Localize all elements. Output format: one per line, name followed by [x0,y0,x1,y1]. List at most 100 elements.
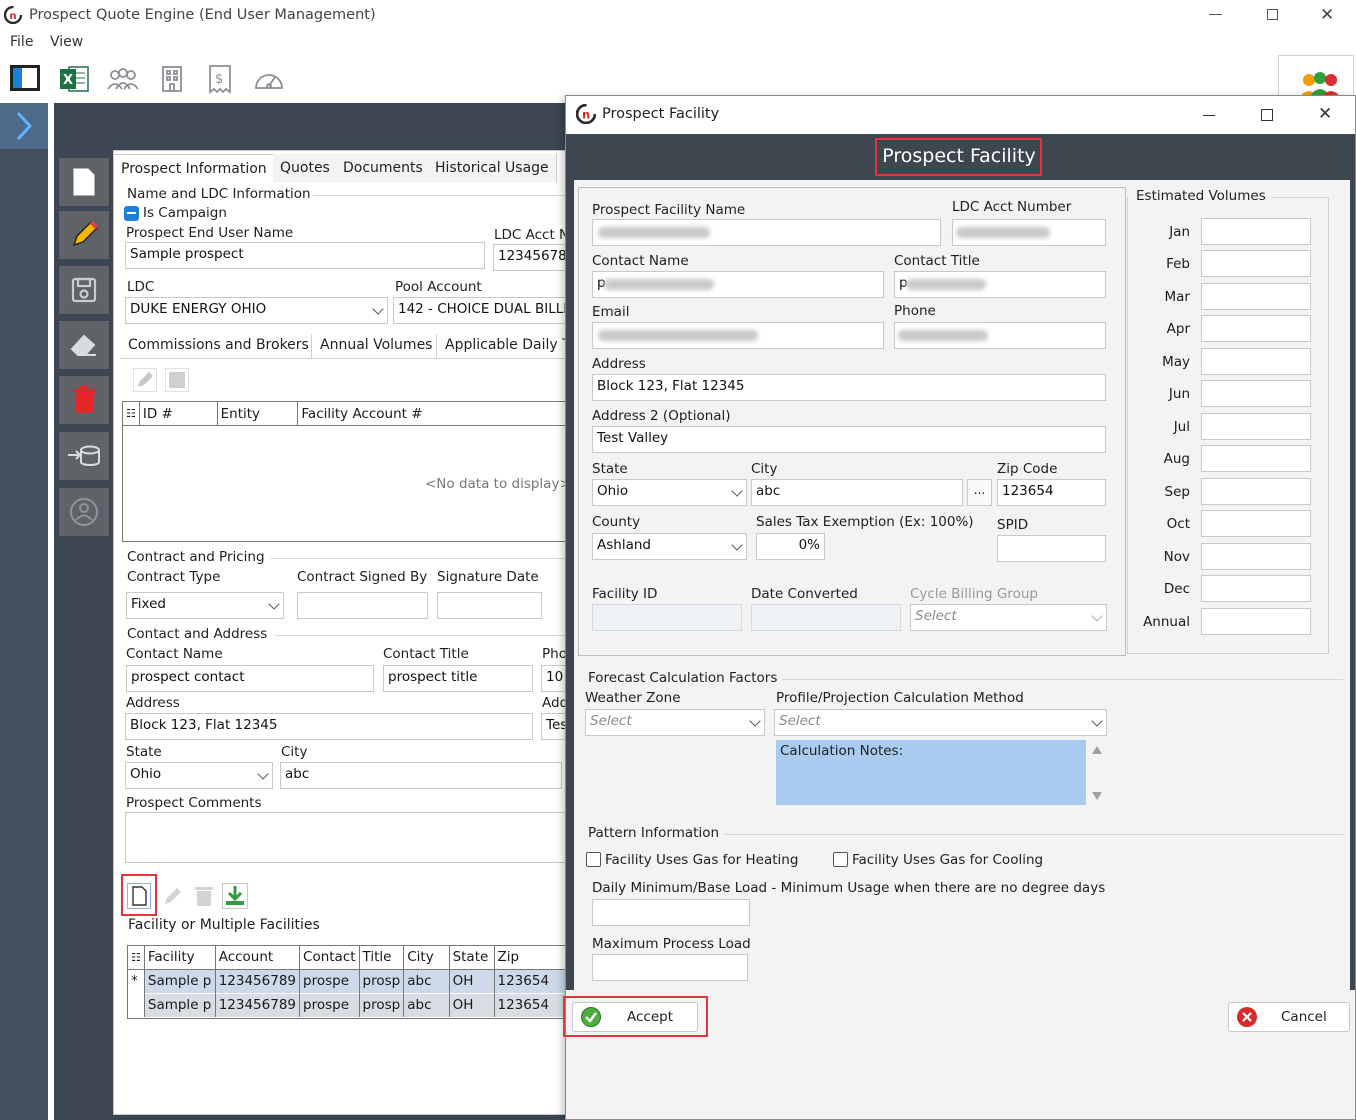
dialog-maximize-button[interactable] [1261,109,1273,121]
table-cell: prosp [359,969,405,993]
volume-input-dec[interactable] [1201,575,1311,602]
table-row[interactable]: * Sample p 123456789 prospe prosp abc OH… [128,969,573,993]
signature-date-input[interactable] [437,592,542,619]
volume-input-jun[interactable] [1201,380,1311,407]
dialog-state-select[interactable]: Ohio [592,479,747,506]
grid-menu-icon[interactable]: ☷ [123,402,140,426]
volume-input-oct[interactable] [1201,510,1311,537]
daily-minimum-input[interactable] [592,899,750,926]
table-row[interactable]: Sample p 123456789 prospe prosp abc OH 1… [128,993,573,1017]
calculation-notes-area[interactable]: Calculation Notes: [776,740,1086,805]
panel-toggle-icon[interactable] [10,65,40,91]
column-header-contact[interactable]: Contact [299,946,360,969]
users-group-icon[interactable] [106,67,140,91]
city-input[interactable]: abc [280,762,562,789]
ldc-acct-input[interactable]: 12345678 [493,244,573,271]
tab-historical-usage[interactable]: Historical Usage [428,154,557,182]
brokers-edit-icon[interactable] [133,368,157,392]
contract-type-select[interactable]: Fixed [126,592,284,619]
column-header-title[interactable]: Title [359,946,405,969]
address-input[interactable]: Block 123, Flat 12345 [125,713,533,740]
column-header-facility[interactable]: Facility [144,946,216,969]
excel-icon[interactable]: X [59,65,89,93]
column-header-state[interactable]: State [449,946,495,969]
dialog-minimize-button[interactable] [1203,115,1215,116]
cooling-checkbox[interactable] [833,852,848,867]
chevron-down-icon [268,598,280,610]
grid-menu-icon[interactable]: ☷ [128,946,145,969]
convert-transfer-button[interactable] [59,432,109,480]
dialog-address2-input[interactable]: Test Valley [592,426,1106,453]
user-contact-button[interactable] [59,488,109,536]
menu-view[interactable]: View [50,34,83,50]
edit-facility-icon[interactable] [161,884,185,908]
brokers-save-icon[interactable] [165,368,189,392]
subtab-applicable-daily[interactable]: Applicable Daily Ty [445,337,577,353]
contact-title-input[interactable]: prospect title [383,665,533,692]
column-header-account[interactable]: Account [215,946,301,969]
pattern-group-title: Pattern Information [588,825,720,841]
is-campaign-checkbox[interactable] [124,206,139,221]
volume-input-annual[interactable] [1201,608,1311,635]
month-label-dec: Dec [1163,581,1190,597]
tab-prospect-information[interactable]: Prospect Information [114,154,275,182]
end-user-name-input[interactable]: Sample prospect [125,242,485,269]
dialog-city-input[interactable]: abc [751,479,963,506]
county-select[interactable]: Ashland [592,533,747,560]
volume-input-apr[interactable] [1201,315,1311,342]
ldc-select[interactable]: DUKE ENERGY OHIO [125,297,388,324]
close-window-button[interactable]: ✕ [1320,5,1334,25]
delete-facility-icon[interactable] [193,884,215,908]
volume-input-feb[interactable] [1201,250,1311,277]
dashboard-gauge-icon[interactable] [253,66,285,92]
subtab-commissions-brokers[interactable]: Commissions and Brokers [128,337,309,353]
max-process-load-input[interactable] [592,954,748,981]
contact-name-input[interactable]: prospect contact [126,665,374,692]
notes-scroll-up-icon[interactable] [1092,746,1102,754]
building-icon[interactable] [160,65,184,93]
menu-file[interactable]: File [10,34,33,50]
pool-account-select[interactable]: 142 - CHOICE DUAL BILLE [393,297,573,324]
zip-code-input[interactable]: 123654 [997,479,1106,506]
column-header-entity[interactable]: Entity [217,402,299,426]
weather-zone-select[interactable]: Select [585,709,765,736]
tab-quotes[interactable]: Quotes [273,154,338,182]
dialog-close-button[interactable]: ✕ [1318,104,1332,124]
state-select[interactable]: Ohio [125,762,273,789]
city-lookup-button[interactable]: ... [967,479,992,506]
volume-input-jul[interactable] [1201,413,1311,440]
volume-input-nov[interactable] [1201,543,1311,570]
volume-input-mar[interactable] [1201,283,1311,310]
import-facility-download-icon[interactable] [222,883,248,909]
prospect-comments-input[interactable] [125,812,573,863]
save-button[interactable] [59,266,109,314]
volume-input-jan[interactable] [1201,218,1311,245]
column-header-facility-account[interactable]: Facility Account # [298,402,573,426]
column-header-city[interactable]: City [403,946,450,969]
spid-input[interactable] [997,535,1106,562]
volume-input-may[interactable] [1201,348,1311,375]
heating-checkbox[interactable] [586,852,601,867]
volume-input-sep[interactable] [1201,478,1311,505]
notes-scroll-down-icon[interactable] [1092,792,1102,800]
profile-method-select[interactable]: Select [774,709,1107,736]
tab-documents[interactable]: Documents [336,154,431,182]
pricing-document-icon[interactable]: $ [207,64,233,94]
minimize-button[interactable] [1209,14,1222,15]
dialog-address-input[interactable]: Block 123, Flat 12345 [592,374,1106,401]
sales-tax-input[interactable]: 0% [756,533,825,560]
column-header-id[interactable]: ID # [139,402,218,426]
delete-trash-button[interactable] [59,376,109,424]
contract-signed-by-input[interactable] [297,592,428,619]
new-document-button[interactable] [59,158,109,206]
volume-input-aug[interactable] [1201,445,1311,472]
eraser-button[interactable] [59,321,109,369]
column-header-zip[interactable]: Zip [494,946,573,969]
cancel-button[interactable]: Cancel [1228,1002,1350,1032]
expand-rail-button[interactable] [0,103,48,149]
edit-pencil-button[interactable] [59,211,109,259]
table-cell: abc [403,993,450,1017]
subtab-annual-volumes[interactable]: Annual Volumes [320,337,432,353]
restore-button[interactable] [1267,9,1278,20]
end-user-name-label: Prospect End User Name [126,225,294,241]
